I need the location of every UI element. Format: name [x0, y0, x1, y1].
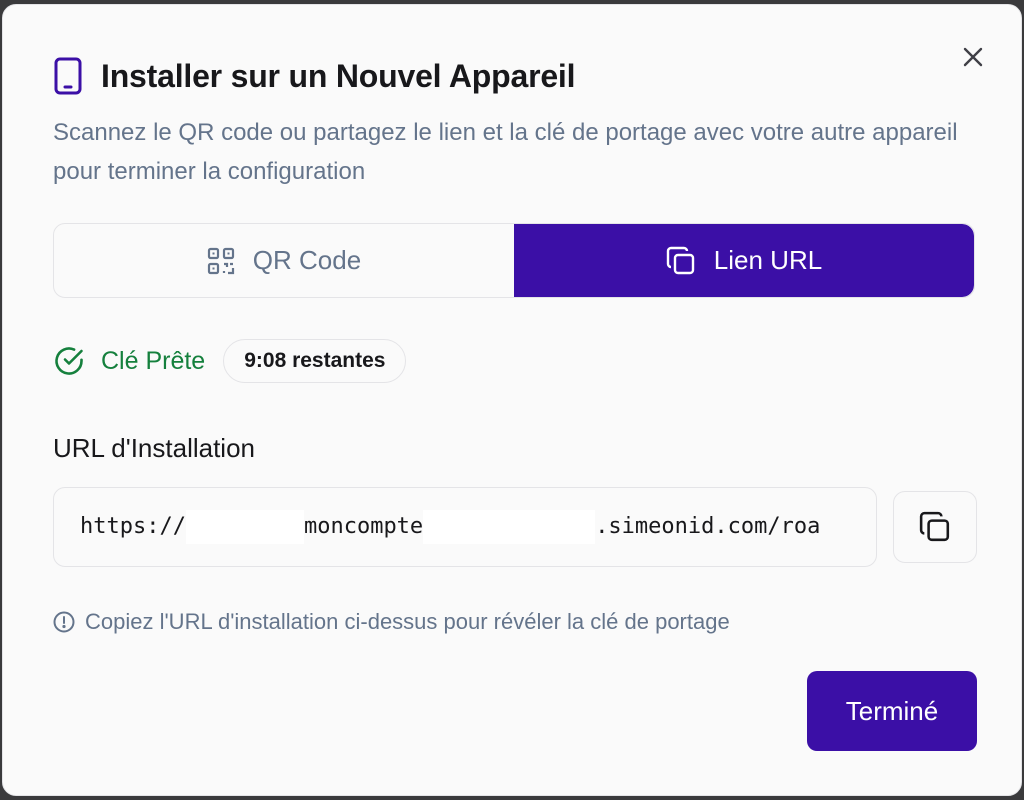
timer-badge: 9:08 restantes — [223, 339, 407, 383]
tablet-icon — [54, 57, 82, 95]
tab-qr-code-label: QR Code — [252, 245, 362, 275]
info-circle-icon — [53, 611, 75, 633]
qr-code-icon — [207, 247, 235, 275]
copy-hint: Copiez l'URL d'installation ci-dessus po… — [53, 609, 730, 635]
install-url-value: https:// moncompte .simeonid.com/roa — [80, 510, 820, 544]
redacted-segment — [185, 510, 304, 544]
dialog-title: Installer sur un Nouvel Appareil — [101, 57, 576, 94]
close-icon — [963, 47, 983, 67]
close-button[interactable] — [959, 43, 987, 71]
done-button[interactable]: Terminé — [807, 671, 977, 751]
dialog-subtitle: Scannez le QR code ou partagez le lien e… — [53, 119, 958, 185]
install-url-label: URL d'Installation — [53, 433, 255, 463]
copy-url-button[interactable] — [893, 491, 977, 563]
install-url-field[interactable]: https:// moncompte .simeonid.com/roa — [53, 487, 877, 567]
url-domain: .simeonid.com/roa — [595, 514, 821, 539]
url-scheme: https:// — [80, 514, 186, 539]
redacted-segment — [423, 510, 596, 544]
copy-icon — [666, 246, 696, 276]
copy-hint-text: Copiez l'URL d'installation ci-dessus po… — [85, 609, 730, 634]
key-ready-label: Clé Prête — [101, 346, 206, 375]
mode-tabs: QR Code Lien URL — [53, 223, 975, 298]
tab-url-link-label: Lien URL — [713, 245, 823, 275]
dialog-header: Installer sur un Nouvel Appareil — [53, 57, 576, 95]
url-account: moncompte — [303, 514, 424, 539]
copy-icon — [919, 511, 950, 542]
key-status: Clé Prête 9:08 restantes — [53, 339, 407, 383]
install-dialog: Installer sur un Nouvel Appareil Scannez… — [2, 4, 1022, 796]
tab-url-link[interactable]: Lien URL — [514, 224, 974, 297]
check-circle-icon — [55, 347, 83, 375]
tab-qr-code[interactable]: QR Code — [54, 224, 514, 297]
